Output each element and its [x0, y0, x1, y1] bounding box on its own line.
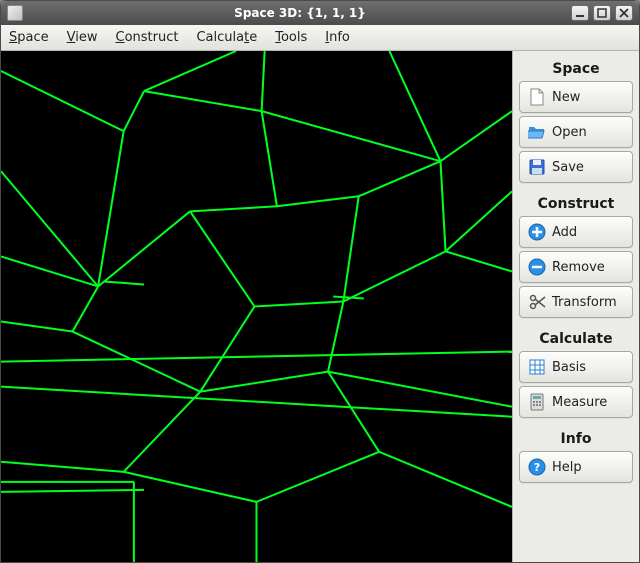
3d-viewport[interactable] — [1, 51, 513, 562]
app-window: Space 3D: {1, 1, 1} Space View Construct… — [0, 0, 640, 563]
grid-icon — [528, 358, 546, 376]
open-button[interactable]: Open — [519, 116, 633, 148]
app-icon — [7, 5, 23, 21]
calculator-icon — [528, 393, 546, 411]
side-heading-construct: Construct — [517, 196, 635, 212]
file-icon — [528, 88, 546, 106]
scissors-icon — [528, 293, 546, 311]
menubar: Space View Construct Calculate Tools Inf… — [1, 25, 639, 51]
menu-info[interactable]: Info — [325, 30, 350, 45]
basis-label: Basis — [552, 360, 624, 375]
content-area: Space New Open Save Construct Add Remo — [1, 51, 639, 562]
titlebar[interactable]: Space 3D: {1, 1, 1} — [1, 1, 639, 25]
save-button[interactable]: Save — [519, 151, 633, 183]
menu-calculate[interactable]: Calculate — [196, 30, 257, 45]
side-heading-info: Info — [517, 431, 635, 447]
remove-label: Remove — [552, 260, 624, 275]
save-label: Save — [552, 160, 624, 175]
help-circle-icon: ? — [528, 458, 546, 476]
help-label: Help — [552, 460, 624, 475]
menu-view[interactable]: View — [67, 30, 98, 45]
menu-construct[interactable]: Construct — [116, 30, 179, 45]
minimize-icon — [575, 8, 585, 18]
folder-open-icon — [528, 123, 546, 141]
transform-button[interactable]: Transform — [519, 286, 633, 318]
maximize-icon — [597, 8, 607, 18]
side-heading-calculate: Calculate — [517, 331, 635, 347]
minimize-button[interactable] — [571, 5, 589, 21]
wireframe-render — [1, 51, 512, 562]
measure-button[interactable]: Measure — [519, 386, 633, 418]
open-label: Open — [552, 125, 624, 140]
transform-label: Transform — [552, 295, 624, 310]
menu-tools[interactable]: Tools — [275, 30, 307, 45]
side-heading-space: Space — [517, 61, 635, 77]
svg-text:?: ? — [534, 461, 540, 474]
minus-circle-icon — [528, 258, 546, 276]
close-button[interactable] — [615, 5, 633, 21]
basis-button[interactable]: Basis — [519, 351, 633, 383]
add-button[interactable]: Add — [519, 216, 633, 248]
floppy-icon — [528, 158, 546, 176]
window-title: Space 3D: {1, 1, 1} — [234, 6, 366, 20]
plus-circle-icon — [528, 223, 546, 241]
window-controls — [571, 5, 633, 21]
help-button[interactable]: ? Help — [519, 451, 633, 483]
close-icon — [619, 8, 629, 18]
add-label: Add — [552, 225, 624, 240]
measure-label: Measure — [552, 395, 624, 410]
menu-space[interactable]: Space — [9, 30, 49, 45]
maximize-button[interactable] — [593, 5, 611, 21]
new-button[interactable]: New — [519, 81, 633, 113]
new-label: New — [552, 90, 624, 105]
sidebar: Space New Open Save Construct Add Remo — [513, 51, 639, 562]
remove-button[interactable]: Remove — [519, 251, 633, 283]
